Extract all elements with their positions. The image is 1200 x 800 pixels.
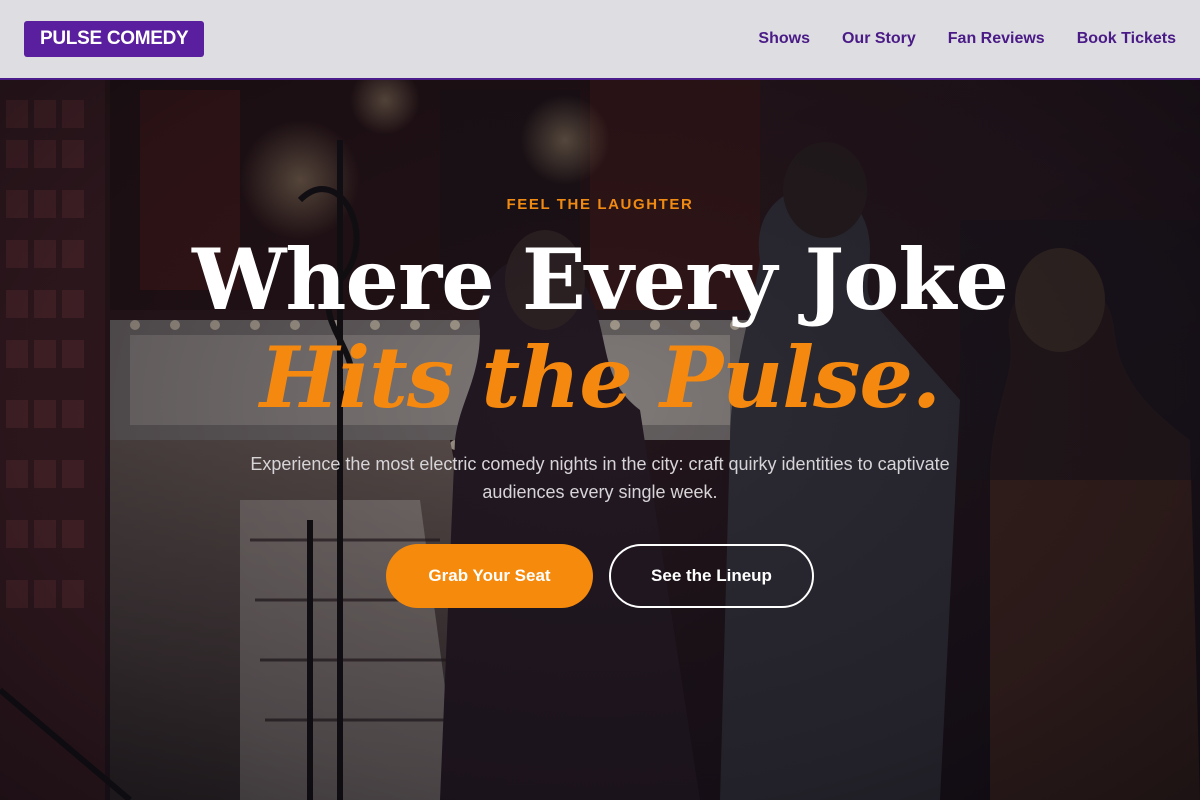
site-header: PULSE COMEDY Shows Our Story Fan Reviews…: [0, 0, 1200, 80]
main-nav: Shows Our Story Fan Reviews Book Tickets: [758, 30, 1176, 48]
nav-link-book-tickets[interactable]: Book Tickets: [1077, 30, 1176, 48]
brand-logo[interactable]: PULSE COMEDY: [24, 21, 205, 57]
grab-your-seat-button[interactable]: Grab Your Seat: [386, 544, 593, 608]
nav-link-shows[interactable]: Shows: [758, 30, 810, 48]
nav-link-our-story[interactable]: Our Story: [842, 30, 916, 48]
hero-headline-line2: Hits the Pulse.: [259, 328, 941, 427]
hero-subtext: Experience the most electric comedy nigh…: [250, 454, 950, 502]
nav-link-fan-reviews[interactable]: Fan Reviews: [948, 30, 1045, 48]
hero-headline-line1: Where Every Joke: [192, 230, 1009, 329]
hero-content: FEEL THE LAUGHTER Where Every Joke Hits …: [0, 80, 1200, 800]
hero-eyebrow: FEEL THE LAUGHTER: [506, 196, 694, 213]
see-the-lineup-button[interactable]: See the Lineup: [609, 544, 814, 608]
hero-section: FEEL THE LAUGHTER Where Every Joke Hits …: [0, 80, 1200, 800]
